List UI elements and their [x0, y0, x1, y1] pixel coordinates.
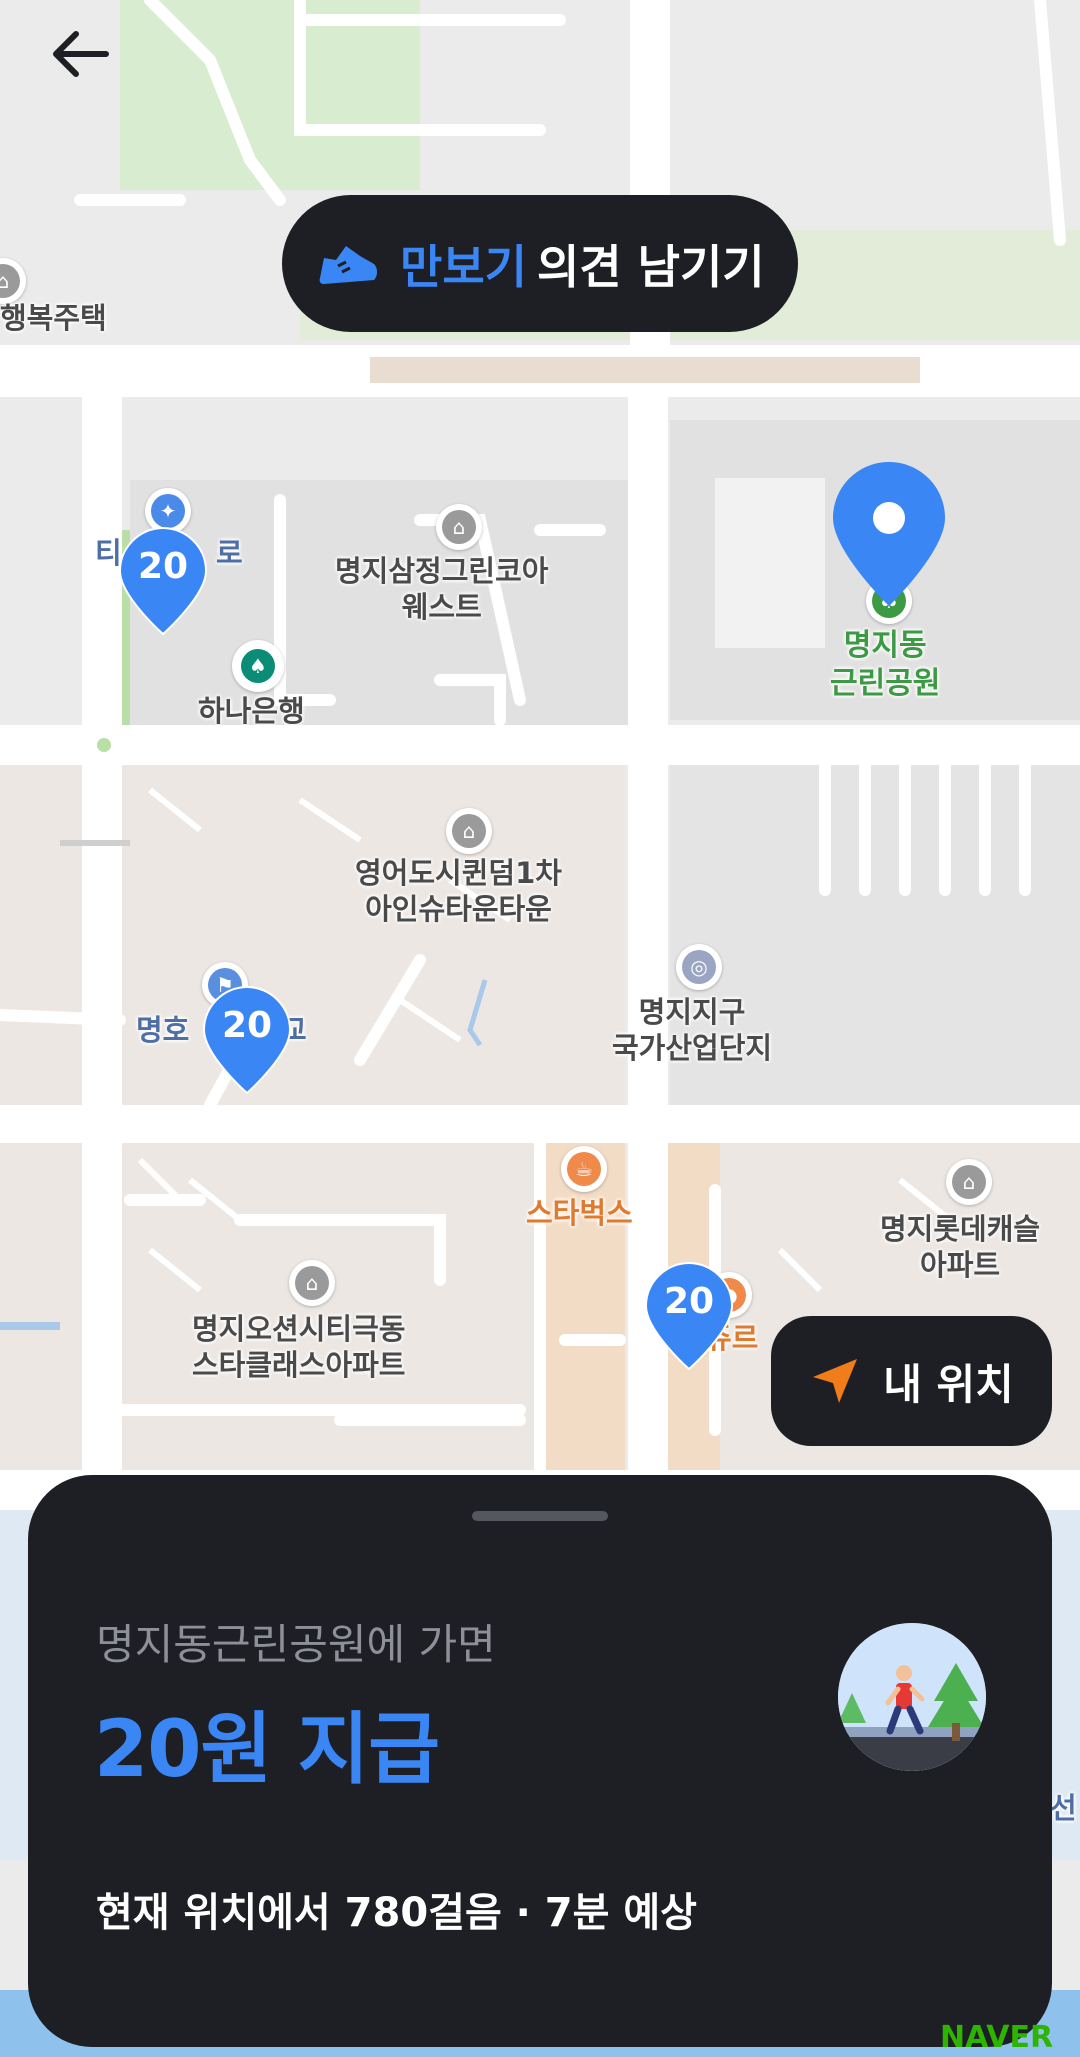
map-label-myeongji-samjeong: 명지삼정그린코아 웨스트: [335, 554, 549, 625]
hana-bank-icon[interactable]: ♠: [232, 640, 284, 692]
apartment-icon[interactable]: ⌂: [436, 504, 482, 550]
cafe-icon[interactable]: ☕: [561, 1146, 607, 1192]
walking-person-illustration: [838, 1623, 986, 1771]
map-label-haengbok: 행복주택: [0, 301, 107, 335]
reward-pin-value: 20: [137, 546, 189, 587]
feedback-button[interactable]: 만보기 의견 남기기: [282, 195, 798, 332]
map-label-english-city: 영어도시퀸덤1차 아인슈타운타운: [355, 856, 562, 927]
arrow-left-icon: [53, 31, 109, 77]
reward-amount: 20원 지급: [94, 1705, 440, 1795]
distance-estimate: 현재 위치에서 780걸음 · 7분 예상: [96, 1890, 697, 1936]
map-label-park: 명지동 근린공원: [830, 628, 941, 701]
sheet-drag-handle[interactable]: [472, 1511, 608, 1521]
feedback-highlight: 만보기: [400, 239, 527, 294]
map-label-starbucks: 스타벅스: [526, 1196, 633, 1230]
feedback-label: 의견 남기기: [536, 239, 765, 294]
destination-bottom-sheet[interactable]: 명지동근린공원에 가면 20원 지급 현재 위치에서 780걸음 · 7분 예상: [28, 1475, 1052, 2047]
landmark-icon[interactable]: ◎: [676, 944, 722, 990]
map-label-industrial: 명지지구 국가산업단지: [612, 995, 773, 1066]
map-label-hana-bank: 하나은행: [198, 694, 305, 728]
reward-pin[interactable]: 20: [644, 1261, 734, 1371]
reward-pin[interactable]: 20: [118, 526, 208, 636]
back-button[interactable]: [40, 14, 120, 94]
map-label-lotte-castle: 명지롯데캐슬 아파트: [880, 1212, 1041, 1283]
reward-pin-value: 20: [663, 1281, 715, 1322]
map-label-ocean-city: 명지오션시티극동 스타클래스아파트: [192, 1312, 406, 1383]
sneaker-icon: [319, 245, 377, 284]
naver-logo: NAVER: [940, 2020, 1054, 2055]
my-location-button[interactable]: 내 위치: [771, 1316, 1052, 1446]
map-label-school-left: 명호: [136, 1013, 190, 1047]
map-label-partial-road-2: 로: [216, 536, 243, 570]
reward-pin-value: 20: [221, 1005, 273, 1046]
destination-pin-icon[interactable]: [830, 460, 948, 608]
map-label-partial-right: 선: [1050, 1791, 1077, 1825]
reward-pin[interactable]: 20: [202, 985, 292, 1095]
apartment-icon[interactable]: ⌂: [446, 808, 492, 854]
destination-subtitle: 명지동근린공원에 가면: [96, 1620, 496, 1669]
my-location-label: 내 위치: [883, 1359, 1014, 1409]
navigation-arrow-icon: [813, 1359, 858, 1403]
apartment-icon[interactable]: ⌂: [289, 1260, 335, 1306]
apartment-icon[interactable]: ⌂: [946, 1159, 992, 1205]
